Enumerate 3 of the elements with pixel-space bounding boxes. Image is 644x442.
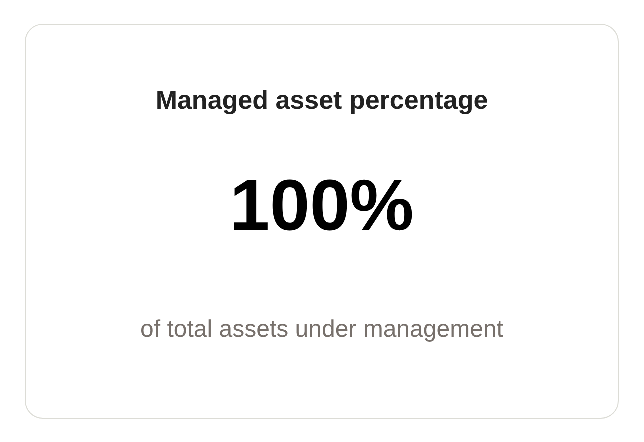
card-title: Managed asset percentage bbox=[156, 85, 488, 116]
percentage-value: 100% bbox=[230, 170, 414, 242]
card-caption: of total assets under management bbox=[140, 316, 504, 344]
